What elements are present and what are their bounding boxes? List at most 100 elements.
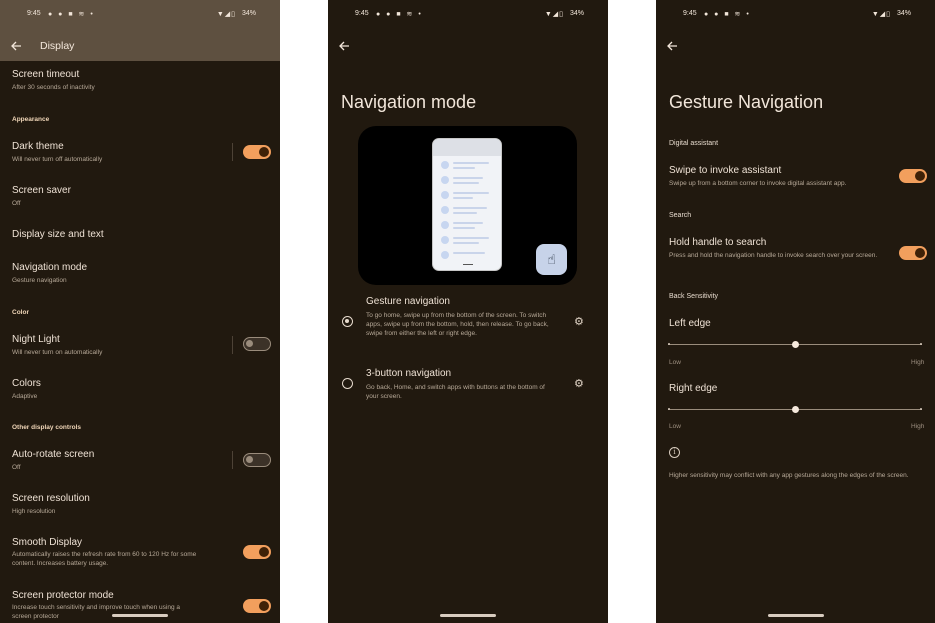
illustration-line [453, 207, 487, 209]
gesture-hand-icon: ☝ [536, 244, 567, 275]
illustration-home-bar [463, 263, 473, 265]
swipe-assistant-desc: Swipe up from a bottom corner to invoke … [669, 180, 847, 187]
battery-level: 34% [896, 10, 911, 17]
illustration-item-icon [441, 221, 449, 229]
left-edge-low-label: Low [669, 359, 681, 366]
right-edge-high-label: High [911, 423, 925, 430]
illustration-item-icon [441, 251, 449, 259]
notification-icons: ● ● ■ ≋ • [376, 11, 423, 18]
illustration-line [453, 177, 483, 179]
home-handle[interactable] [767, 614, 824, 617]
battery-level: 34% [569, 10, 584, 17]
colors-subtitle: Adaptive [12, 393, 38, 400]
screen-protector-title[interactable]: Screen protector mode [12, 590, 114, 601]
gesture-navigation-title[interactable]: Gesture navigation [366, 296, 450, 307]
night-light-title[interactable]: Night Light [12, 334, 60, 345]
gear-icon[interactable]: ⚙ [574, 315, 584, 328]
back-arrow-icon[interactable] [338, 40, 350, 52]
swipe-assistant-toggle[interactable] [899, 169, 927, 183]
colors-title[interactable]: Colors [12, 378, 41, 389]
screen-saver-title[interactable]: Screen saver [12, 185, 71, 196]
status-bar: 9:45 ● ● ■ ≋ • ▼◢▯ 34% [0, 10, 280, 22]
slider-thumb[interactable] [791, 405, 799, 413]
slider-tick [668, 408, 670, 410]
smooth-display-subtitle-2: content. Increases battery usage. [12, 560, 109, 567]
dark-theme-toggle[interactable] [243, 145, 271, 159]
screen-resolution-title[interactable]: Screen resolution [12, 493, 90, 504]
dark-theme-title[interactable]: Dark theme [12, 141, 64, 152]
display-size-title[interactable]: Display size and text [12, 229, 104, 240]
hold-handle-title[interactable]: Hold handle to search [669, 237, 766, 248]
hold-handle-desc: Press and hold the navigation handle to … [669, 252, 878, 259]
illustration-line [453, 167, 475, 169]
illustration-line [453, 237, 489, 239]
illustration-item-icon [441, 176, 449, 184]
illustration-line [453, 182, 479, 184]
three-button-navigation-radio[interactable] [342, 378, 353, 389]
navigation-mode-title[interactable]: Navigation mode [12, 262, 87, 273]
slider-tick [668, 343, 670, 345]
section-back-sensitivity: Back Sensitivity [669, 293, 719, 300]
screen-timeout-subtitle: After 30 seconds of inactivity [12, 84, 95, 91]
auto-rotate-title[interactable]: Auto-rotate screen [12, 449, 94, 460]
three-button-navigation-title[interactable]: 3-button navigation [366, 368, 451, 379]
screen-protector-toggle[interactable] [243, 599, 271, 613]
home-handle[interactable] [440, 614, 496, 617]
divider [232, 451, 233, 469]
slider-tick [920, 343, 922, 345]
info-icon: i [669, 447, 680, 458]
illustration-line [453, 162, 489, 164]
dark-theme-subtitle: Will never turn off automatically [12, 156, 103, 163]
smooth-display-title[interactable]: Smooth Display [12, 537, 82, 548]
section-other-display-controls: Other display controls [12, 424, 81, 431]
notification-icons: ● ● ■ ≋ • [48, 11, 95, 18]
section-color: Color [12, 309, 29, 316]
section-digital-assistant: Digital assistant [669, 140, 719, 147]
notification-icons: ● ● ■ ≋ • [704, 11, 751, 18]
illustration-line [453, 227, 475, 229]
back-arrow-icon[interactable] [666, 40, 678, 52]
screen-resolution-subtitle: High resolution [12, 508, 56, 515]
slider-tick [920, 408, 922, 410]
illustration-line [453, 242, 479, 244]
screen-saver-subtitle: Off [12, 200, 21, 207]
gesture-navigation-screen: 9:45 ● ● ■ ≋ • ▼◢▯ 34% Gesture Navigatio… [656, 0, 935, 623]
hold-handle-toggle[interactable] [899, 246, 927, 260]
gesture-navigation-radio[interactable] [342, 316, 353, 327]
home-handle[interactable] [112, 614, 168, 617]
illustration-line [453, 252, 485, 254]
divider [232, 143, 233, 161]
status-bar: 9:45 ● ● ■ ≋ • ▼◢▯ 34% [656, 10, 935, 22]
section-search: Search [669, 212, 692, 219]
auto-rotate-toggle[interactable] [243, 453, 271, 467]
navigation-mode-subtitle: Gesture navigation [12, 277, 67, 284]
left-edge-high-label: High [911, 359, 925, 366]
navigation-preview: ☝ [358, 126, 577, 285]
left-edge-slider[interactable] [668, 340, 922, 348]
status-time: 9:45 [27, 10, 41, 17]
night-light-toggle[interactable] [243, 337, 271, 351]
screen-protector-subtitle-2: screen protector [12, 613, 59, 620]
gear-icon[interactable]: ⚙ [574, 377, 584, 390]
swipe-assistant-title[interactable]: Swipe to invoke assistant [669, 165, 781, 176]
page-title: Navigation mode [341, 92, 477, 112]
section-appearance: Appearance [12, 116, 50, 123]
right-edge-low-label: Low [669, 423, 681, 430]
signal-icons: ▼◢▯ [871, 11, 891, 18]
smooth-display-toggle[interactable] [243, 545, 271, 559]
gesture-navigation-desc: To go home, swipe up from the bottom of … [366, 312, 549, 337]
right-edge-slider[interactable] [668, 405, 922, 413]
display-settings-screen: 9:45 ● ● ■ ≋ • ▼◢▯ 34% Display Screen ti… [0, 0, 280, 623]
status-bar: 9:45 ● ● ■ ≋ • ▼◢▯ 34% [328, 10, 608, 22]
navigation-mode-screen: 9:45 ● ● ■ ≋ • ▼◢▯ 34% Navigation mode ☝… [328, 0, 608, 623]
slider-thumb[interactable] [791, 340, 799, 348]
left-edge-label: Left edge [669, 318, 711, 329]
screen-timeout-title[interactable]: Screen timeout [12, 69, 79, 80]
illustration-item-icon [441, 236, 449, 244]
back-arrow-icon[interactable] [10, 40, 22, 52]
three-button-navigation-desc: Go back, Home, and switch apps with butt… [366, 384, 545, 400]
illustration-side-button [501, 183, 502, 193]
illustration-item-icon [441, 206, 449, 214]
status-time: 9:45 [683, 10, 697, 17]
screen-protector-subtitle: Increase touch sensitivity and improve t… [12, 604, 181, 611]
